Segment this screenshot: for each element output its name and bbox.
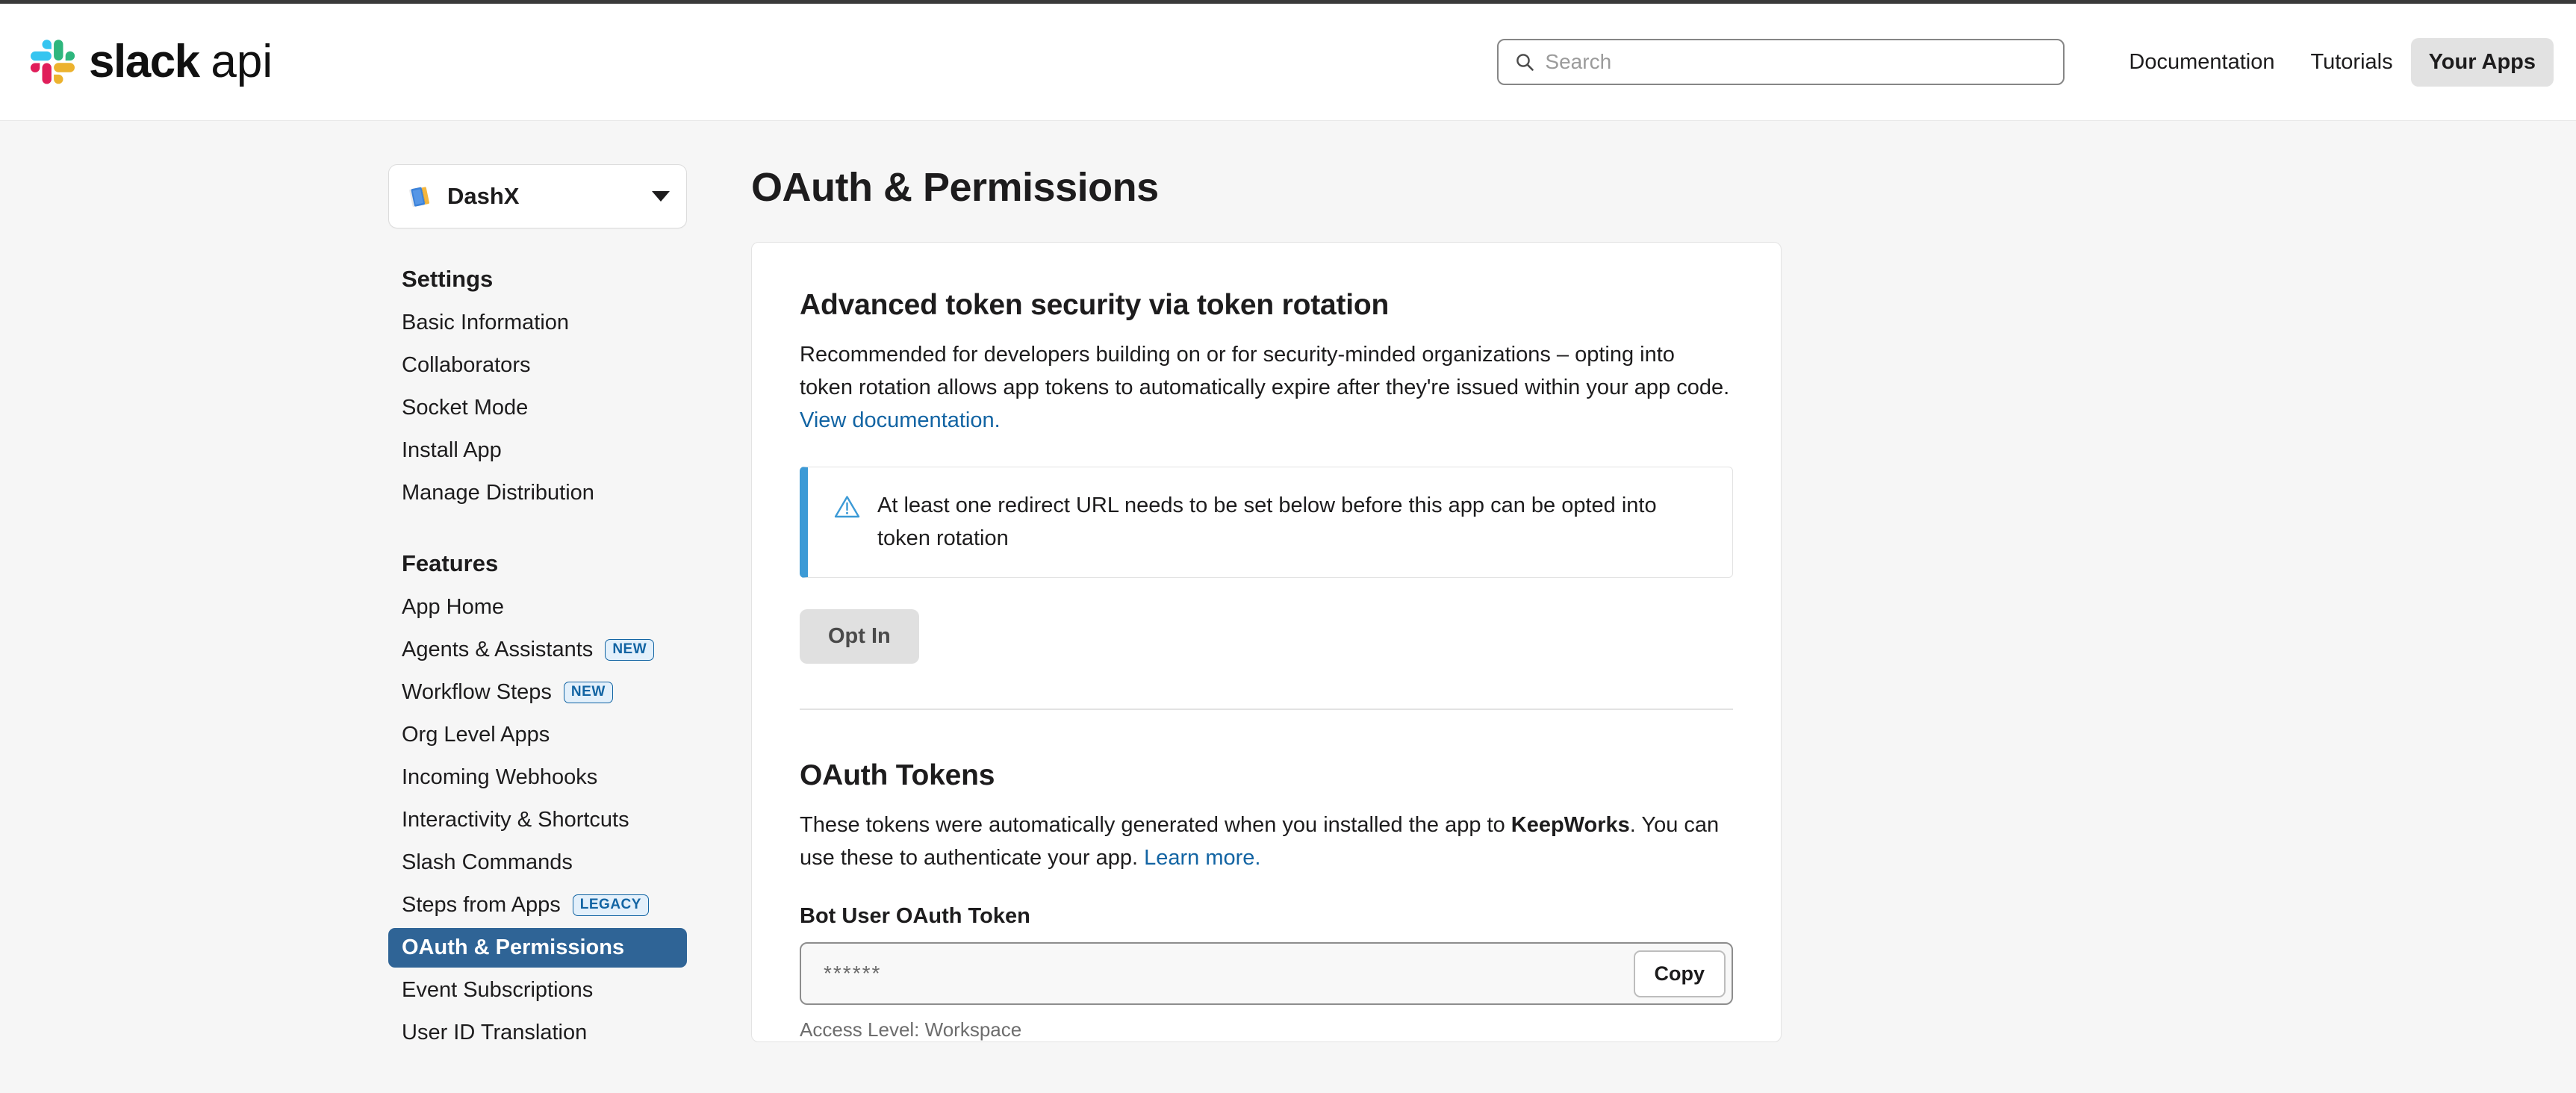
warning-triangle-icon [833, 493, 861, 524]
sidebar-item-label: Workflow Steps [402, 680, 552, 704]
section-divider [800, 709, 1733, 711]
access-level-text: Access Level: Workspace [800, 1018, 1022, 1041]
slack-api-logo[interactable]: slack api [30, 39, 273, 85]
view-documentation-link[interactable]: View documentation. [800, 408, 1001, 432]
slack-logo-icon [30, 39, 76, 85]
sidebar-item-user-id-translation[interactable]: User ID Translation [388, 1013, 687, 1053]
sidebar-item-label: Event Subscriptions [402, 978, 594, 1002]
sidebar-group-title-features: Features [402, 550, 499, 576]
sidebar-item-label: Incoming Webhooks [402, 765, 598, 789]
site-header: slack api Documentation Tutorials Your A… [0, 4, 2576, 121]
nav-link-tutorials[interactable]: Tutorials [2292, 38, 2410, 87]
oauth-tokens-description: These tokens were automatically generate… [800, 809, 1733, 874]
search-box[interactable] [1497, 39, 2065, 85]
nav-link-your-apps[interactable]: Your Apps [2410, 37, 2554, 87]
sidebar-item-steps-from-apps[interactable]: Steps from Apps LEGACY [388, 885, 687, 925]
app-selector-dropdown[interactable]: DashX [388, 164, 687, 228]
oauth-tokens-text-1: These tokens were automatically generate… [800, 813, 1511, 838]
sidebar-item-org-level-apps[interactable]: Org Level Apps [388, 715, 687, 755]
sidebar-item-agents-assistants[interactable]: Agents & Assistants NEW [388, 630, 687, 670]
sidebar-item-interactivity-shortcuts[interactable]: Interactivity & Shortcuts [388, 800, 687, 840]
sidebar-item-label: Basic Information [402, 311, 570, 334]
sidebar-item-label: Manage Distribution [402, 481, 594, 505]
sidebar-item-manage-distribution[interactable]: Manage Distribution [388, 473, 687, 513]
token-rotation-heading: Advanced token security via token rotati… [800, 289, 1390, 321]
callout-message: At least one redirect URL needs to be se… [877, 493, 1657, 550]
sidebar-item-label: Socket Mode [402, 396, 529, 420]
sidebar-item-app-home[interactable]: App Home [388, 588, 687, 627]
opt-in-button[interactable]: Opt In [800, 609, 919, 664]
sidebar-group-title-settings: Settings [402, 266, 494, 292]
main-content: OAuth & Permissions Advanced token secur… [751, 164, 1782, 1056]
token-rotation-text: Recommended for developers building on o… [800, 343, 1730, 400]
sidebar-item-label: Org Level Apps [402, 723, 550, 747]
sidebar-item-label: OAuth & Permissions [402, 935, 625, 959]
search-icon [1515, 52, 1534, 72]
search-input[interactable] [1545, 50, 2047, 74]
bot-token-input[interactable]: ****** Copy [800, 942, 1733, 1006]
nav-link-documentation[interactable]: Documentation [2111, 38, 2292, 87]
page-body: DashX Settings Basic Information Collabo… [0, 121, 2576, 1056]
oauth-permissions-card: Advanced token security via token rotati… [751, 242, 1782, 1043]
app-selector-name: DashX [447, 183, 520, 209]
bot-token-field-group: Bot User OAuth Token ****** Copy Access … [800, 904, 1733, 1041]
brand-sub: api [211, 36, 273, 87]
header-right: Documentation Tutorials Your Apps [1497, 37, 2554, 87]
sidebar-item-label: Interactivity & Shortcuts [402, 808, 629, 832]
sidebar-item-label: Install App [402, 438, 502, 462]
chevron-down-icon [652, 191, 670, 202]
books-emoji-icon [407, 183, 434, 210]
sidebar-item-collaborators[interactable]: Collaborators [388, 346, 687, 385]
new-badge: NEW [563, 682, 613, 703]
sidebar-item-event-subscriptions[interactable]: Event Subscriptions [388, 971, 687, 1010]
brand-wordmark: slack api [89, 39, 273, 85]
sidebar: DashX Settings Basic Information Collabo… [388, 164, 687, 1056]
new-badge: NEW [605, 639, 655, 661]
legacy-badge: LEGACY [572, 894, 649, 916]
learn-more-link[interactable]: Learn more. [1144, 846, 1260, 870]
sidebar-item-basic-information[interactable]: Basic Information [388, 303, 687, 343]
sidebar-item-socket-mode[interactable]: Socket Mode [388, 388, 687, 428]
bot-token-label: Bot User OAuth Token [800, 904, 1030, 929]
brand-name: slack [89, 36, 200, 87]
sidebar-item-label: Slash Commands [402, 850, 573, 874]
redirect-url-warning-callout: At least one redirect URL needs to be se… [800, 467, 1733, 579]
sidebar-item-workflow-steps[interactable]: Workflow Steps NEW [388, 673, 687, 712]
sidebar-item-label: Collaborators [402, 353, 531, 377]
sidebar-item-label: Agents & Assistants [402, 638, 594, 661]
sidebar-item-install-app[interactable]: Install App [388, 431, 687, 470]
workspace-name: KeepWorks [1511, 813, 1630, 838]
sidebar-item-label: User ID Translation [402, 1021, 588, 1044]
page-title: OAuth & Permissions [751, 165, 1159, 210]
sidebar-item-label: Steps from Apps [402, 893, 561, 917]
sidebar-item-label: App Home [402, 595, 505, 619]
copy-token-button[interactable]: Copy [1633, 950, 1726, 997]
sidebar-item-incoming-webhooks[interactable]: Incoming Webhooks [388, 758, 687, 797]
sidebar-item-oauth-permissions[interactable]: OAuth & Permissions [388, 928, 687, 968]
oauth-tokens-heading: OAuth Tokens [800, 759, 995, 792]
token-rotation-description: Recommended for developers building on o… [800, 338, 1733, 437]
sidebar-item-slash-commands[interactable]: Slash Commands [388, 843, 687, 882]
bot-token-value: ****** [824, 962, 882, 985]
